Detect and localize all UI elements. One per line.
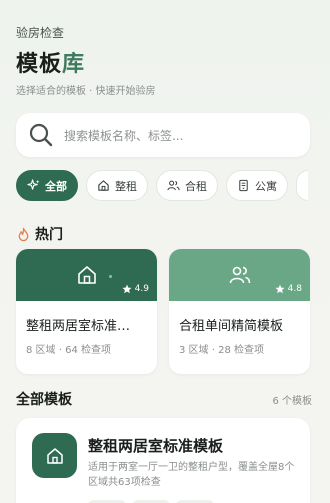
search-icon	[29, 123, 53, 147]
page-subtitle: 选择适合的模板 · 快速开始验房	[16, 86, 156, 97]
hot-card[interactable]: 4.8 合租单间精简模板 3 区域 · 28 检查项	[169, 249, 310, 374]
sparkle-icon	[27, 179, 40, 190]
hot-card-meta: 8 区域 · 64 检查项	[26, 345, 111, 356]
users-icon	[229, 266, 250, 284]
filter-chips: 全部 整租 合租 公寓	[16, 170, 308, 201]
home-icon	[98, 180, 109, 191]
hot-card-banner: 4.8	[169, 249, 310, 301]
home-icon	[46, 447, 63, 464]
all-templates-count: 6 个模板	[272, 396, 312, 407]
hot-card-banner: 4.9	[16, 249, 157, 301]
apartment-icon	[239, 179, 248, 192]
filter-chip-shared-rent[interactable]: 合租	[156, 170, 218, 201]
rating-value: 4.9	[134, 284, 149, 294]
hot-section-title: 热门	[16, 224, 63, 244]
decor-dot	[109, 275, 112, 278]
hot-card-meta: 3 区域 · 28 检查项	[179, 345, 264, 356]
filter-chip-more[interactable]	[296, 170, 308, 201]
home-icon	[77, 266, 96, 284]
filter-chip-apartment[interactable]: 公寓	[226, 170, 288, 201]
search-input[interactable]: 搜索模板名称、标签...	[16, 113, 310, 157]
rating-value: 4.8	[287, 284, 302, 294]
hot-card-name: 整租两居室标准…	[26, 319, 131, 334]
filter-chip-label: 整租	[115, 179, 137, 193]
filter-chip-whole-rent[interactable]: 整租	[86, 170, 148, 201]
page-title: 模板库	[16, 46, 85, 78]
template-name: 整租两居室标准模板	[88, 437, 224, 455]
filter-chip-label: 公寓	[255, 179, 277, 193]
filter-chip-all[interactable]: 全部	[16, 170, 78, 201]
filter-chip-label: 全部	[45, 179, 67, 193]
top-label: 验房检查	[16, 26, 65, 40]
search-placeholder: 搜索模板名称、标签...	[64, 128, 184, 143]
star-icon	[122, 284, 132, 294]
all-templates-title: 全部模板	[16, 392, 72, 408]
template-thumb	[32, 433, 77, 478]
users-icon	[167, 180, 180, 191]
template-list-item[interactable]: 整租两居室标准模板 适用于两室一厅一卫的整租户型，覆盖全屋8个区域共63项检查	[16, 418, 310, 503]
page-title-main: 模板	[16, 52, 63, 77]
hot-card-name: 合租单间精简模板	[179, 319, 284, 334]
flame-icon	[18, 227, 29, 241]
star-icon	[275, 284, 285, 294]
page-title-accent: 库	[62, 52, 86, 77]
template-desc: 适用于两室一厅一卫的整租户型，覆盖全屋8个区域共63项检查	[88, 462, 295, 488]
rating-badge: 4.9	[122, 284, 149, 294]
rating-badge: 4.8	[275, 284, 302, 294]
filter-chip-label: 合租	[185, 179, 207, 193]
hot-card[interactable]: 4.9 整租两居室标准… 8 区域 · 64 检查项	[16, 249, 157, 374]
hot-section-label: 热门	[35, 227, 63, 243]
